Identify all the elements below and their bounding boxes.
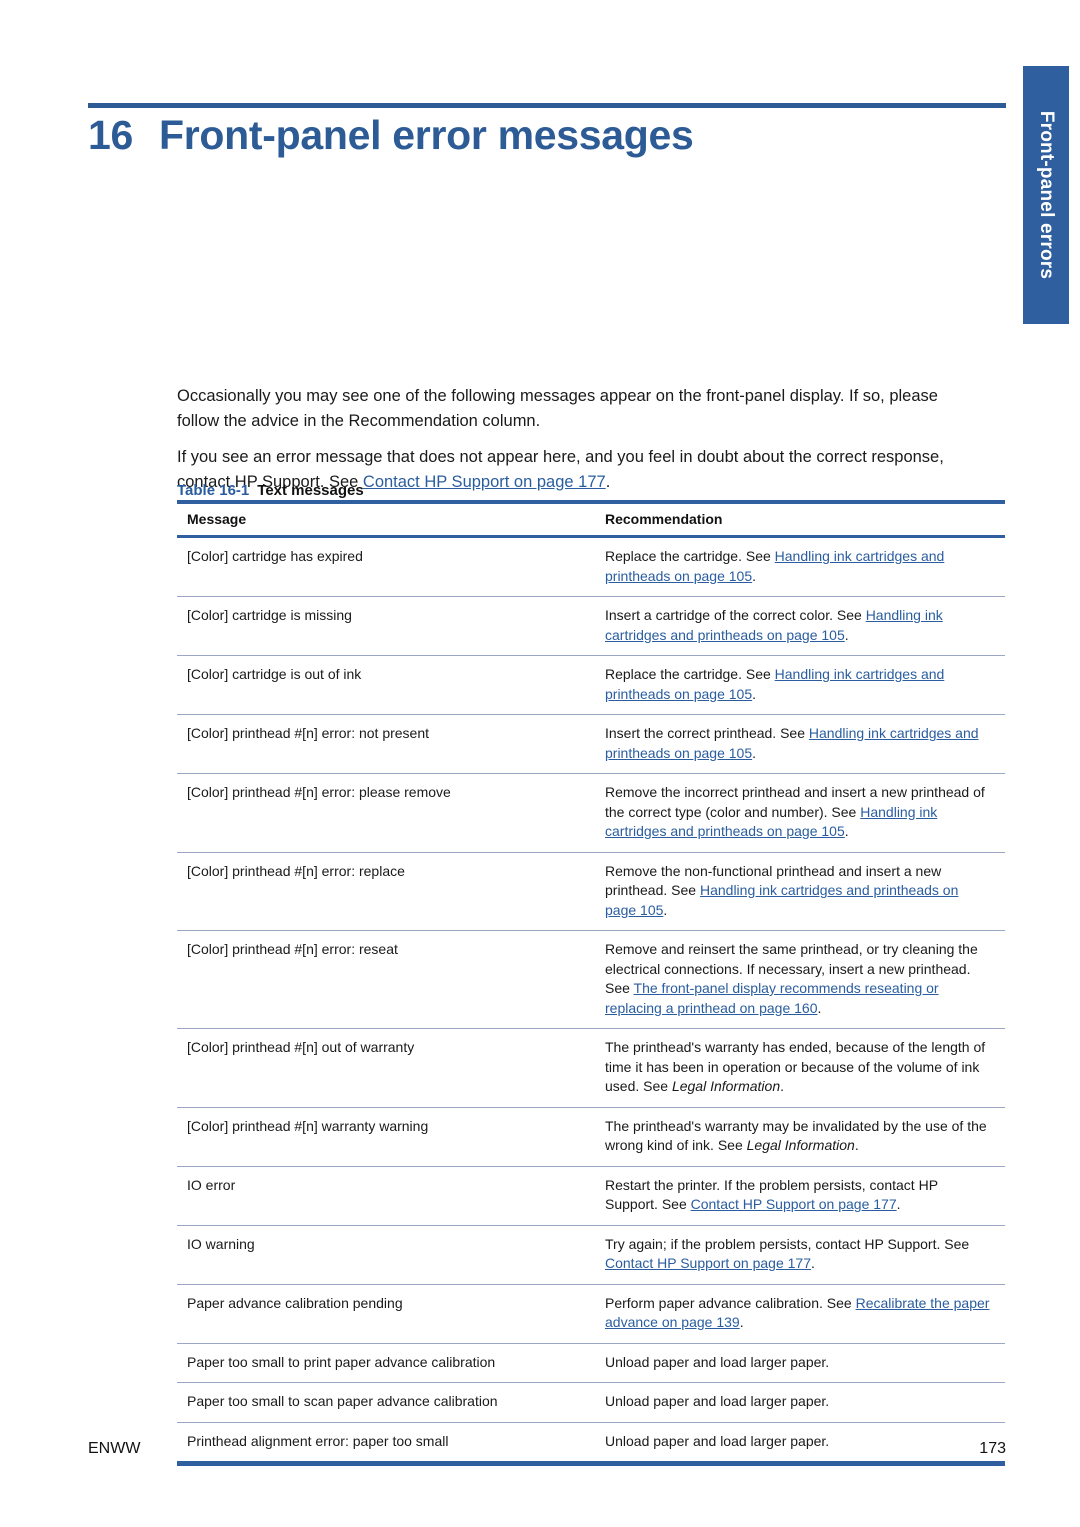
table-row: [Color] printhead #[n] error: reseat Remo… bbox=[177, 930, 1005, 1029]
table-row: [Color] printhead #[n] warranty warning T… bbox=[177, 1107, 1005, 1167]
recommendation-text: . bbox=[844, 626, 849, 643]
cell-message: [Color] printhead #[n] warranty warning bbox=[177, 1107, 595, 1167]
recommendation-text: Replace the cartridge. See bbox=[605, 548, 775, 564]
recommendation-text: . bbox=[752, 744, 757, 761]
recommendation-text: Insert the correct printhead. See bbox=[605, 725, 809, 741]
cell-message: Paper advance calibration pending bbox=[177, 1284, 595, 1344]
table-row: [Color] cartridge has expired Replace the… bbox=[177, 536, 1005, 597]
intro-paragraph-2-period: . bbox=[605, 472, 611, 491]
cell-recommendation: Remove and reinsert the same printhead, … bbox=[595, 930, 1005, 1029]
column-header-message: Message bbox=[177, 500, 595, 538]
cell-recommendation: Remove the incorrect printhead and inser… bbox=[595, 773, 1005, 853]
cell-message: [Color] cartridge is out of ink bbox=[177, 655, 595, 715]
table-row: Paper advance calibration pending Perform… bbox=[177, 1284, 1005, 1344]
chapter-top-rule bbox=[88, 103, 1006, 108]
recommendation-text: The printhead's warranty has ended, beca… bbox=[605, 1039, 986, 1094]
cell-recommendation: Replace the cartridge. See Handling ink … bbox=[595, 536, 1005, 597]
cross-reference-link[interactable]: Contact HP Support on page 177 bbox=[691, 1196, 897, 1212]
text-messages-table: Message Recommendation [Color] cartridge… bbox=[177, 500, 1005, 1466]
table-row: IO error Restart the printer. If the prob… bbox=[177, 1166, 1005, 1226]
cell-recommendation: Unload paper and load larger paper. bbox=[595, 1343, 1005, 1383]
cell-recommendation: Restart the printer. If the problem pers… bbox=[595, 1166, 1005, 1226]
cell-recommendation: Perform paper advance calibration. See R… bbox=[595, 1284, 1005, 1344]
recommendation-text: . bbox=[739, 1314, 744, 1330]
cell-message: [Color] cartridge is missing bbox=[177, 596, 595, 656]
table-row: [Color] cartridge is missing Insert a car… bbox=[177, 596, 1005, 656]
intro-paragraph-1: Occasionally you may see one of the foll… bbox=[177, 386, 938, 430]
table-row: [Color] cartridge is out of ink Replace t… bbox=[177, 655, 1005, 715]
side-thumb-tab-label: Front-panel errors bbox=[1036, 110, 1057, 280]
cell-recommendation: Try again; if the problem persists, cont… bbox=[595, 1225, 1005, 1285]
table-row: Paper too small to scan paper advance ca… bbox=[177, 1382, 1005, 1423]
recommendation-text: . bbox=[780, 1078, 785, 1094]
cell-recommendation: Replace the cartridge. See Handling ink … bbox=[595, 655, 1005, 715]
cell-message: Paper too small to print paper advance c… bbox=[177, 1343, 595, 1383]
side-thumb-tab: Front-panel errors bbox=[1023, 66, 1069, 324]
text-messages-table-wrapper: Message Recommendation [Color] cartridge… bbox=[177, 500, 1005, 1466]
recommendation-text: . bbox=[844, 823, 849, 839]
cell-recommendation: Insert the correct printhead. See Handli… bbox=[595, 714, 1005, 774]
cell-message: [Color] printhead #[n] out of warranty bbox=[177, 1028, 595, 1108]
recommendation-text: Try again; if the problem persists, cont… bbox=[605, 1235, 970, 1252]
table-row: Paper too small to print paper advance c… bbox=[177, 1343, 1005, 1383]
recommendation-text: Insert a cartridge of the correct color.… bbox=[605, 607, 866, 623]
table-caption: Table 16-1 Text messages bbox=[177, 482, 364, 499]
cell-message: [Color] cartridge has expired bbox=[177, 536, 595, 597]
italic-reference: Legal Information bbox=[671, 1078, 781, 1094]
table-row: [Color] printhead #[n] error: please rem… bbox=[177, 773, 1005, 853]
table-row: IO warning Try again; if the problem pers… bbox=[177, 1225, 1005, 1285]
chapter-number: 16 bbox=[88, 112, 134, 158]
recommendation-text: Unload paper and load larger paper. bbox=[605, 1353, 830, 1370]
cell-message: [Color] printhead #[n] error: not presen… bbox=[177, 714, 595, 774]
cell-message: IO warning bbox=[177, 1225, 595, 1285]
contact-hp-support-link[interactable]: Contact HP Support on page 177 bbox=[363, 473, 606, 491]
cell-message: [Color] printhead #[n] error: reseat bbox=[177, 930, 595, 1029]
table-row: [Color] printhead #[n] error: not presen… bbox=[177, 714, 1005, 774]
recommendation-text: Unload paper and load larger paper. bbox=[605, 1393, 830, 1409]
italic-reference: Legal Information bbox=[746, 1137, 855, 1153]
footer-page-number: 173 bbox=[979, 1440, 1006, 1457]
recommendation-text: . bbox=[752, 567, 757, 584]
cell-recommendation: The printhead's warranty may be invalida… bbox=[595, 1107, 1005, 1167]
cell-recommendation: The printhead's warranty has ended, beca… bbox=[595, 1028, 1005, 1108]
recommendation-text: Perform paper advance calibration. See bbox=[605, 1294, 856, 1311]
cell-message: [Color] printhead #[n] error: replace bbox=[177, 852, 595, 931]
cell-message: IO error bbox=[177, 1166, 595, 1226]
table-body: [Color] cartridge has expired Replace the… bbox=[177, 536, 1005, 1466]
recommendation-text: Replace the cartridge. See bbox=[605, 666, 775, 682]
table-caption-title: Text messages bbox=[257, 482, 364, 499]
cell-recommendation: Insert a cartridge of the correct color.… bbox=[595, 596, 1005, 656]
table-caption-number: Table 16-1 bbox=[177, 482, 250, 499]
recommendation-text: . bbox=[817, 999, 822, 1016]
table-header-row: Message Recommendation bbox=[177, 500, 1005, 538]
page-title: 16 Front-panel error messages bbox=[88, 112, 988, 159]
cell-message: Paper too small to scan paper advance ca… bbox=[177, 1382, 595, 1423]
cell-recommendation: Remove the non-functional printhead and … bbox=[595, 852, 1005, 931]
table-row: [Color] printhead #[n] error: replace Rem… bbox=[177, 852, 1005, 931]
cell-recommendation: Unload paper and load larger paper. bbox=[595, 1382, 1005, 1423]
recommendation-text: . bbox=[752, 685, 757, 702]
table-row: [Color] printhead #[n] out of warranty Th… bbox=[177, 1028, 1005, 1108]
cell-message: [Color] printhead #[n] error: please rem… bbox=[177, 773, 595, 853]
cross-reference-link[interactable]: The front-panel display recommends resea… bbox=[605, 980, 939, 1016]
recommendation-text: . bbox=[896, 1196, 901, 1212]
chapter-title: Front-panel error messages bbox=[159, 112, 694, 158]
cross-reference-link[interactable]: Contact HP Support on page 177 bbox=[605, 1255, 811, 1271]
page-footer: ENWW 173 bbox=[88, 1440, 1006, 1458]
recommendation-text: . bbox=[811, 1255, 815, 1271]
column-header-recommendation: Recommendation bbox=[595, 500, 1005, 538]
footer-left-label: ENWW bbox=[88, 1440, 141, 1457]
recommendation-text: . bbox=[854, 1137, 859, 1153]
recommendation-text: . bbox=[663, 901, 668, 918]
